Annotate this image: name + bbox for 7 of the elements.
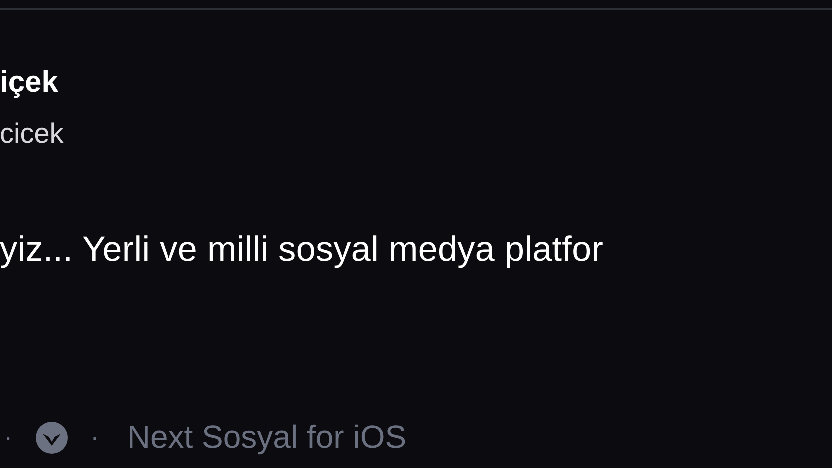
chevron-circle-icon <box>34 420 69 454</box>
separator-dot: · <box>4 422 13 453</box>
client-link[interactable]: Next Sosyal for iOS <box>127 419 407 456</box>
user-handle: cicek <box>0 117 65 151</box>
post-text: yiz... Yerli ve milli sosyal medya platfor <box>0 229 605 271</box>
separator-dot: · <box>90 422 100 453</box>
display-name: içek <box>0 65 60 101</box>
